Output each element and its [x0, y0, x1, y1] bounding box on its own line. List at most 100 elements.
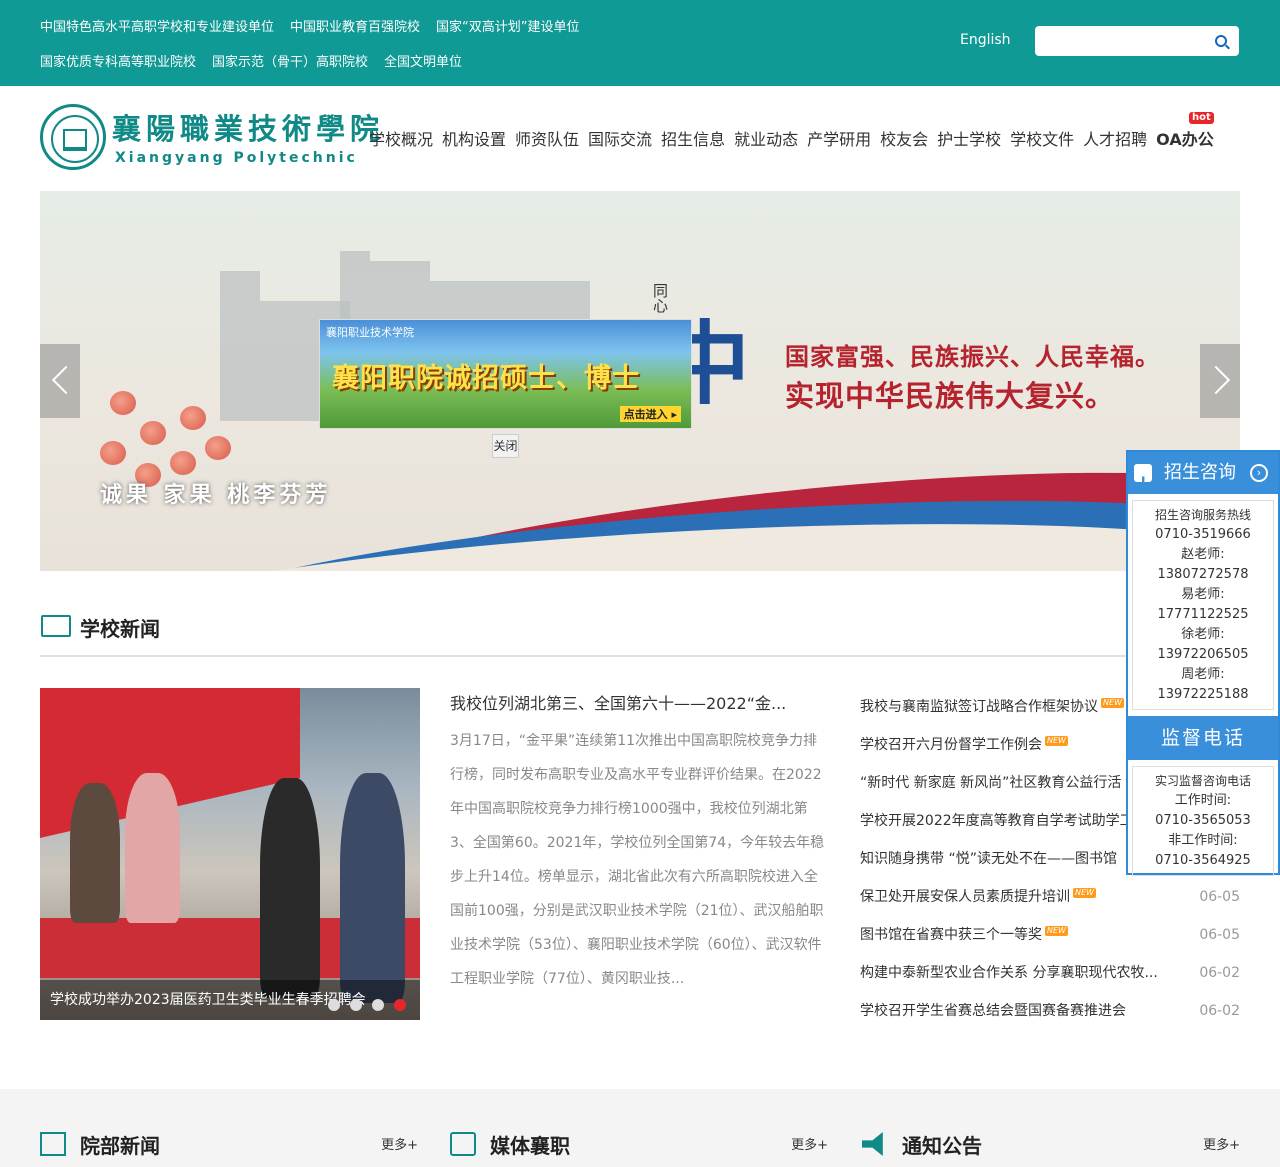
- search-input[interactable]: [1043, 30, 1203, 52]
- photo-person-shape: [70, 783, 120, 923]
- nav-item[interactable]: 学校文件: [1010, 126, 1074, 150]
- newspaper-icon: [41, 615, 71, 637]
- peach-decoration: [180, 406, 206, 430]
- honor-link[interactable]: 国家“双高计划”建设单位: [436, 17, 579, 39]
- nav-item-oa[interactable]: OA办公 hot: [1156, 112, 1214, 150]
- banner-prev-arrow[interactable]: [40, 344, 80, 418]
- honor-links-row1: 中国特色高水平高职学校和专业建设单位 中国职业教育百强院校 国家“双高计划”建设…: [40, 17, 680, 39]
- featured-news-title[interactable]: 我校位列湖北第三、全国第六十——2022“金...: [450, 690, 830, 718]
- nav-oa-label: OA办公: [1156, 130, 1214, 149]
- news-photo-carousel[interactable]: 学校成功举办2023届医药卫生类毕业生春季招聘会: [40, 688, 420, 1020]
- more-link[interactable]: 更多+: [791, 1134, 828, 1153]
- honor-link[interactable]: 中国特色高水平高职学校和专业建设单位: [40, 17, 274, 39]
- featured-news: 我校位列湖北第三、全国第六十——2022“金... 3月17日，“金平果”连续第…: [450, 690, 830, 1034]
- honor-links-row2: 国家优质专科高等职业院校 国家示范（骨干）高职院校 全国文明单位: [40, 52, 680, 74]
- column-notices: 通知公告 更多+: [862, 1128, 1240, 1158]
- nav-item[interactable]: 产学研用: [807, 126, 871, 150]
- chevron-right-icon[interactable]: ›: [1250, 464, 1268, 482]
- nav-item[interactable]: 校友会: [880, 126, 928, 150]
- news-item-title: 学校召开六月份督学工作例会: [860, 737, 1042, 753]
- news-item-date: 06-05: [1199, 889, 1240, 905]
- consult-side-panel: 招生咨询 › 招生咨询服务热线 0710-3519666 赵老师: 138072725…: [1126, 450, 1280, 876]
- news-list-item[interactable]: 保卫处开展安保人员素质提升培训 NEW 06-05: [860, 878, 1240, 916]
- contact-line: 实习监督咨询电话: [1154, 774, 1251, 788]
- speaker-icon: [862, 1132, 883, 1156]
- news-item-title: 图书馆在省赛中获三个一等奖: [860, 927, 1042, 943]
- school-emblem-logo[interactable]: [40, 104, 106, 170]
- more-link[interactable]: 更多+: [1203, 1134, 1240, 1153]
- nav-item[interactable]: 人才招聘: [1083, 126, 1147, 150]
- nav-item[interactable]: 就业动态: [734, 126, 798, 150]
- contact-line: 工作时间:: [1174, 793, 1232, 808]
- peach-decoration: [170, 451, 196, 475]
- nav-item[interactable]: 国际交流: [588, 126, 652, 150]
- featured-news-summary: 3月17日，“金平果”连续第11次推出中国高职院校竞争力排行榜，同时发布高职专业…: [450, 733, 825, 987]
- honor-link[interactable]: 全国文明单位: [384, 52, 462, 74]
- news-item-date: 06-02: [1199, 1003, 1240, 1019]
- photo-person-shape: [260, 778, 320, 998]
- nav-item[interactable]: 招生信息: [661, 126, 725, 150]
- contact-line: 17771122525: [1157, 607, 1249, 622]
- news-item-title: 构建中泰新型农业合作关系 分享襄职现代农牧...: [860, 965, 1158, 981]
- carousel-dot[interactable]: [350, 999, 362, 1011]
- new-badge: NEW: [1045, 926, 1068, 936]
- chat-alert-icon: [1134, 462, 1152, 504]
- new-badge: NEW: [1101, 698, 1124, 708]
- carousel-dot[interactable]: [372, 999, 384, 1011]
- honor-link[interactable]: 国家优质专科高等职业院校: [40, 52, 196, 74]
- carousel-dot[interactable]: [394, 999, 406, 1011]
- recruit-popup-ad[interactable]: 襄阳职业技术学院 襄阳职院诚招硕士、博士 点击进入 ▸: [319, 319, 692, 429]
- search-box: [1035, 26, 1239, 56]
- school-news-title: 学校新闻: [80, 617, 160, 641]
- header: 襄陽職業技術學院 Xiangyang Polytechnic 学校概况 机构设置…: [0, 86, 1280, 191]
- photo-person-shape: [125, 773, 180, 923]
- new-badge: NEW: [1073, 888, 1096, 898]
- news-item-title: 我校与襄南监狱签订战略合作框架协议: [860, 699, 1098, 715]
- column-title: 通知公告: [902, 1134, 982, 1158]
- news-item-title: “新时代 新家庭 新风尚”社区教育公益行活: [860, 775, 1122, 791]
- popup-title: 襄阳职院诚招硕士、博士: [332, 363, 640, 394]
- column-dept-news: 院部新闻 更多+: [40, 1128, 418, 1158]
- contact-line: 招生咨询服务热线: [1154, 508, 1251, 522]
- supervision-phone-title: 监督电话: [1128, 716, 1278, 760]
- banner-next-arrow[interactable]: [1200, 344, 1240, 418]
- contact-line: 徐老师:: [1181, 627, 1225, 642]
- contact-line: 0710-3564925: [1155, 853, 1251, 868]
- news-list-item[interactable]: 图书馆在省赛中获三个一等奖 NEW 06-05: [860, 916, 1240, 954]
- contact-line: 0710-3519666: [1155, 527, 1251, 542]
- popup-logo-text: 襄阳职业技术学院: [326, 326, 414, 339]
- honor-link[interactable]: 国家示范（骨干）高职院校: [212, 52, 368, 74]
- peach-decoration: [205, 436, 231, 460]
- nav-item[interactable]: 护士学校: [937, 126, 1001, 150]
- popup-enter-button[interactable]: 点击进入 ▸: [619, 406, 681, 422]
- nav-item[interactable]: 师资队伍: [515, 126, 579, 150]
- contact-line: 赵老师:: [1181, 547, 1225, 562]
- carousel-dot[interactable]: [328, 999, 340, 1011]
- column-title: 媒体襄职: [490, 1134, 570, 1158]
- nav-item[interactable]: 学校概况: [369, 126, 433, 150]
- banner-slogan-line2: 实现中华民族伟大复兴。: [785, 379, 1116, 413]
- logo-english-name[interactable]: Xiangyang Polytechnic: [115, 150, 358, 166]
- news-item-date: 06-05: [1199, 927, 1240, 943]
- peach-decoration: [100, 441, 126, 465]
- news-list-item[interactable]: 学校召开学生省赛总结会暨国赛备赛推进会 06-02: [860, 992, 1240, 1030]
- banner-slogan-line1: 国家富强、民族振兴、人民幸福。: [785, 343, 1160, 371]
- logo-chinese-name[interactable]: 襄陽職業技術學院: [112, 106, 384, 148]
- english-link[interactable]: English: [960, 32, 1011, 48]
- news-item-title: 知识随身携带 “悦”读无处不在——图书馆: [860, 851, 1117, 867]
- search-icon[interactable]: [1215, 35, 1227, 47]
- building-shape: [220, 271, 260, 421]
- news-item-title: 学校开展2022年度高等教育自学考试助学工: [860, 813, 1134, 829]
- nav-item[interactable]: 机构设置: [442, 126, 506, 150]
- more-link[interactable]: 更多+: [381, 1134, 418, 1153]
- new-badge: NEW: [1045, 736, 1068, 746]
- honor-link[interactable]: 中国职业教育百强院校: [290, 17, 420, 39]
- banner-caption: 诚果 家果 桃李芬芳: [100, 483, 332, 508]
- news-list-item[interactable]: 构建中泰新型农业合作关系 分享襄职现代农牧... 06-02: [860, 954, 1240, 992]
- admission-consult-header[interactable]: 招生咨询 ›: [1128, 452, 1278, 504]
- main-nav: 学校概况 机构设置 师资队伍 国际交流 招生信息 就业动态 产学研用 校友会 护…: [369, 112, 1214, 150]
- popup-close-button[interactable]: 关闭: [492, 434, 519, 458]
- news-item-date: 06-02: [1199, 965, 1240, 981]
- photo-person-shape: [340, 773, 405, 1003]
- peach-decoration: [140, 421, 166, 445]
